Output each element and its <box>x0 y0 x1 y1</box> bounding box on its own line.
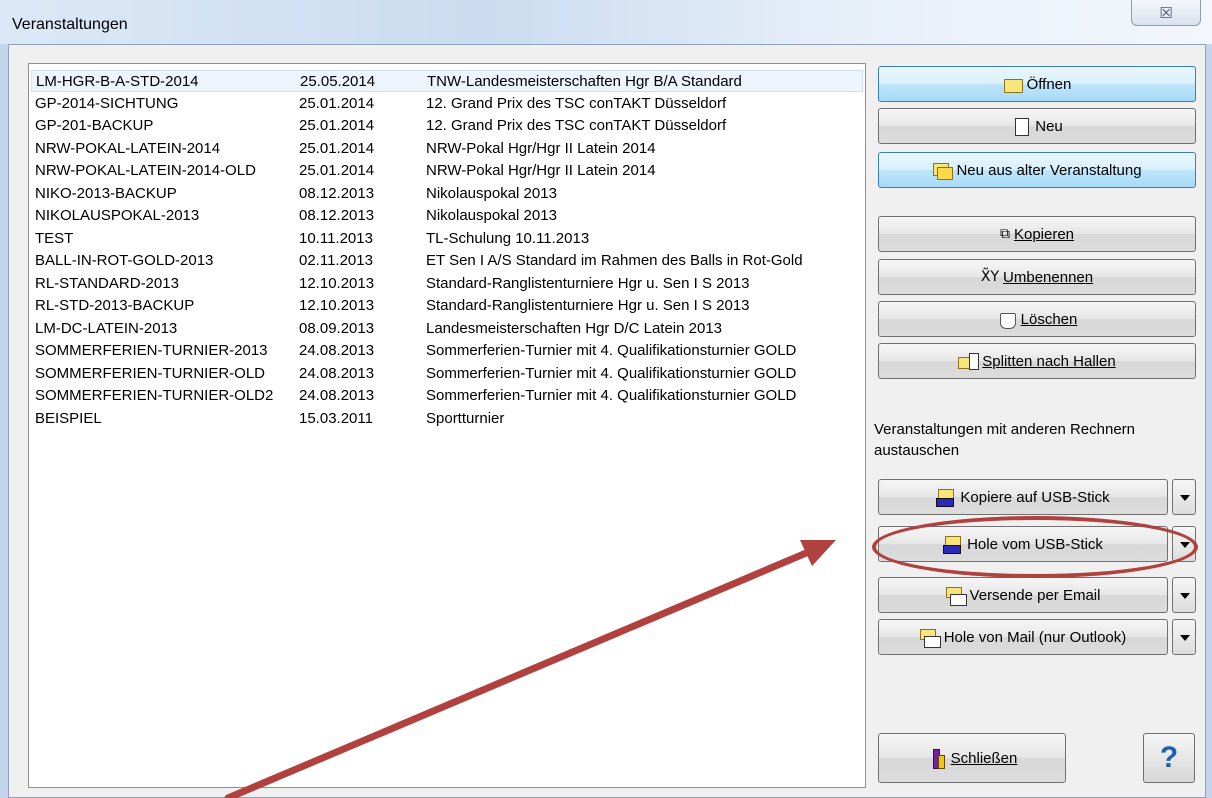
send-mail-dropdown[interactable] <box>1172 577 1196 613</box>
event-date: 24.08.2013 <box>299 342 375 359</box>
rename-button[interactable]: X͂Y Umbenennen <box>878 259 1196 295</box>
event-date: 25.01.2014 <box>299 117 375 134</box>
split-icon <box>958 352 980 370</box>
send-mail-button[interactable]: Versende per Email <box>878 577 1168 613</box>
event-name: NIKOLAUSPOKAL-2013 <box>35 207 200 224</box>
event-date: 02.11.2013 <box>299 252 373 269</box>
event-date: 25.01.2014 <box>299 162 375 179</box>
event-name: SOMMERFERIEN-TURNIER-OLD <box>35 364 266 382</box>
list-item[interactable]: SOMMERFERIEN-TURNIER-OLD 24.08.2013 Sommer… <box>31 363 863 385</box>
new-from-old-button[interactable]: Neu aus alter Veranstaltung <box>878 152 1196 188</box>
list-item[interactable]: GP-201-BACKUP 25.01.2014 12. Grand Prix de… <box>31 115 863 137</box>
list-item[interactable]: GP-2014-SICHTUNG 25.01.2014 12. Grand Prix… <box>31 93 863 115</box>
event-desc: Nikolauspokal 2013 <box>426 207 557 224</box>
list-item[interactable]: NRW-POKAL-LATEIN-2014-OLD 25.01.2014 NRW-P… <box>31 160 863 182</box>
event-desc: Sportturnier <box>426 409 505 427</box>
close-icon: ☒ <box>1159 4 1173 22</box>
list-item[interactable]: BEISPIEL 15.03.2011 Sportturnier <box>31 408 863 430</box>
folder-open-icon <box>1003 75 1023 93</box>
exchange-label: Veranstaltungen mit anderen Rechnern aus… <box>874 421 1136 459</box>
event-desc: NRW-Pokal Hgr/Hgr II Latein 2014 <box>426 139 656 157</box>
event-desc: TNW-Landesmeisterschaften Hgr B/A Standa… <box>427 73 742 90</box>
event-name: GP-2014-SICHTUNG <box>35 94 179 112</box>
list-item[interactable]: NRW-POKAL-LATEIN-2014 25.01.2014 NRW-Pokal… <box>31 138 863 160</box>
close-window-button[interactable]: ☒ <box>1131 0 1201 26</box>
event-name: LM-DC-LATEIN-2013 <box>35 319 178 337</box>
event-name: GP-201-BACKUP <box>35 117 154 134</box>
event-name: NIKO-2013-BACKUP <box>35 184 177 202</box>
event-date: 08.12.2013 <box>299 207 375 224</box>
window-title: Veranstaltungen <box>12 16 128 33</box>
event-name: BALL-IN-ROT-GOLD-2013 <box>35 252 214 269</box>
event-name: RL-STD-2013-BACKUP <box>35 297 195 314</box>
close-button[interactable]: Schließen <box>878 733 1066 783</box>
list-item[interactable]: BALL-IN-ROT-GOLD-2013 02.11.2013 ET Sen I … <box>31 250 863 272</box>
event-name: NRW-POKAL-LATEIN-2014-OLD <box>35 162 256 179</box>
get-mail-button[interactable]: Hole von Mail (nur Outlook) <box>878 619 1168 655</box>
event-desc: ET Sen I A/S Standard im Rahmen des Ball… <box>426 252 803 269</box>
event-desc: 12. Grand Prix des TSC conTAKT Düsseldor… <box>426 94 727 112</box>
list-item[interactable]: NIKO-2013-BACKUP 08.12.2013 Nikolauspokal … <box>31 183 863 205</box>
exit-icon <box>927 749 947 769</box>
event-date: 08.12.2013 <box>299 184 375 202</box>
list-item[interactable]: LM-DC-LATEIN-2013 08.09.2013 Landesmeister… <box>31 318 863 340</box>
split-button[interactable]: Splitten nach Hallen <box>878 343 1196 379</box>
event-date: 24.08.2013 <box>299 387 375 404</box>
event-name: LM-HGR-B-A-STD-2014 <box>36 73 199 90</box>
event-desc: 12. Grand Prix des TSC conTAKT Düsseldor… <box>426 117 727 134</box>
event-date: 25.01.2014 <box>299 139 375 157</box>
event-date: 15.03.2011 <box>299 409 373 427</box>
annotation-ellipse <box>872 516 1198 578</box>
event-desc: NRW-Pokal Hgr/Hgr II Latein 2014 <box>426 162 656 179</box>
event-desc: Standard-Ranglistenturniere Hgr u. Sen I… <box>426 274 750 292</box>
new-document-icon <box>1011 117 1031 136</box>
mail-get-icon <box>919 628 941 648</box>
event-list[interactable]: LM-HGR-B-A-STD-2014 25.05.2014 TNW-Landesm… <box>28 63 866 788</box>
event-name: RL-STANDARD-2013 <box>35 274 179 292</box>
copy-usb-dropdown[interactable] <box>1172 479 1196 515</box>
copy-usb-button[interactable]: Kopiere auf USB-Stick <box>878 479 1168 515</box>
get-mail-dropdown[interactable] <box>1172 619 1196 655</box>
copy-icon: ⧉ <box>999 226 1010 242</box>
folders-icon <box>932 161 954 180</box>
delete-button[interactable]: Löschen <box>878 301 1196 337</box>
copy-button[interactable]: ⧉ Kopieren <box>878 216 1196 252</box>
open-button[interactable]: Öffnen <box>878 66 1196 102</box>
rename-icon: X͂Y <box>980 269 1000 285</box>
event-date: 25.01.2014 <box>299 94 375 112</box>
list-item[interactable]: SOMMERFERIEN-TURNIER-OLD2 24.08.2013 Somme… <box>31 385 863 407</box>
help-button[interactable]: ? <box>1143 733 1195 783</box>
event-name: SOMMERFERIEN-TURNIER-2013 <box>35 342 268 359</box>
trash-icon <box>997 310 1017 329</box>
event-desc: Nikolauspokal 2013 <box>426 184 557 202</box>
event-desc: Sommerferien-Turnier mit 4. Qualifikatio… <box>426 387 797 404</box>
new-button[interactable]: Neu <box>878 108 1196 144</box>
event-desc: Standard-Ranglistenturniere Hgr u. Sen I… <box>426 297 750 314</box>
event-name: NRW-POKAL-LATEIN-2014 <box>35 139 221 157</box>
list-item[interactable]: RL-STANDARD-2013 12.10.2013 Standard-Rangl… <box>31 273 863 295</box>
usb-copy-icon <box>936 488 956 507</box>
help-icon: ? <box>1159 741 1179 774</box>
event-date: 12.10.2013 <box>299 274 375 292</box>
event-date: 24.08.2013 <box>299 364 375 382</box>
event-date: 10.11.2013 <box>299 229 373 247</box>
event-name: SOMMERFERIEN-TURNIER-OLD2 <box>35 387 274 404</box>
event-desc: Landesmeisterschaften Hgr D/C Latein 201… <box>426 319 723 337</box>
event-date: 12.10.2013 <box>299 297 375 314</box>
title-bar: Veranstaltungen ☒ <box>0 0 1212 44</box>
event-desc: Sommerferien-Turnier mit 4. Qualifikatio… <box>426 342 797 359</box>
event-name: TEST <box>35 229 74 247</box>
mail-send-icon <box>945 586 967 606</box>
event-desc: TL-Schulung 10.11.2013 <box>426 229 590 247</box>
list-item[interactable]: TEST 10.11.2013 TL-Schulung 10.11.2013 <box>31 228 863 250</box>
window-frame: Veranstaltungen ☒ LM-HGR-B-A-STD-2014 25.… <box>0 0 1212 798</box>
list-item[interactable]: NIKOLAUSPOKAL-2013 08.12.2013 Nikolauspoka… <box>31 205 863 227</box>
list-item[interactable]: SOMMERFERIEN-TURNIER-2013 24.08.2013 Somme… <box>31 340 863 362</box>
list-item[interactable]: LM-HGR-B-A-STD-2014 25.05.2014 TNW-Landesm… <box>31 70 863 92</box>
list-item[interactable]: RL-STD-2013-BACKUP 12.10.2013 Standard-Ran… <box>31 295 863 317</box>
event-date: 25.05.2014 <box>300 73 376 90</box>
event-desc: Sommerferien-Turnier mit 4. Qualifikatio… <box>426 364 797 382</box>
event-name: BEISPIEL <box>35 409 102 427</box>
event-date: 08.09.2013 <box>299 319 375 337</box>
